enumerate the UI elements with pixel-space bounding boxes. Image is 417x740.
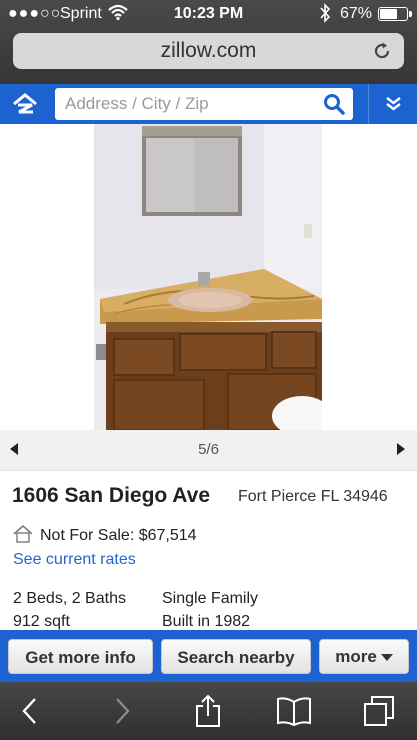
more-button[interactable]: more — [319, 639, 409, 674]
house-icon — [13, 525, 33, 543]
get-more-info-button[interactable]: Get more info — [8, 639, 153, 674]
sale-status: Not For Sale: $67,514 — [40, 527, 197, 544]
url-text: zillow.com — [160, 39, 257, 62]
current-rates-link[interactable]: See current rates — [13, 551, 136, 569]
back-icon[interactable] — [18, 694, 42, 728]
battery-percent: 67% — [340, 5, 373, 22]
square-footage: 912 sqft — [13, 613, 70, 630]
forward-icon[interactable] — [110, 694, 134, 728]
bookmarks-icon[interactable] — [276, 694, 312, 728]
url-bar[interactable]: zillow.com — [13, 33, 404, 69]
photo-carousel[interactable] — [0, 124, 417, 430]
status-bar: ●●●○○ Sprint 10:23 PM 67% — [0, 0, 417, 28]
battery-nub — [409, 11, 412, 17]
street-address: 1606 San Diego Ave — [12, 484, 211, 507]
listing-photo[interactable] — [94, 124, 322, 430]
search-input[interactable] — [55, 88, 330, 120]
chevron-down-icon[interactable] — [368, 84, 417, 124]
caret-down-icon — [380, 654, 393, 662]
beds-baths: 2 Beds, 2 Baths — [13, 590, 126, 607]
search-nearby-button[interactable]: Search nearby — [161, 639, 311, 674]
photo-counter: 5/6 — [198, 441, 219, 458]
site-header — [0, 84, 417, 124]
share-icon[interactable] — [195, 694, 221, 728]
reload-icon[interactable] — [372, 41, 392, 61]
city-state-zip: Fort Pierce FL 34946 — [238, 488, 388, 505]
year-built: Built in 1982 — [162, 613, 251, 630]
search-box — [55, 88, 353, 120]
home-type: Single Family — [162, 590, 259, 607]
zillow-logo-icon[interactable] — [10, 92, 40, 116]
search-icon[interactable] — [323, 93, 345, 115]
bluetooth-icon — [320, 3, 331, 23]
action-bar: Get more info Search nearby more — [0, 630, 417, 682]
battery-level — [380, 9, 397, 19]
more-label: more — [335, 647, 377, 666]
browser-toolbar — [0, 682, 417, 740]
photo-pager: 5/6 — [0, 430, 417, 471]
tabs-icon[interactable] — [362, 694, 396, 728]
battery-icon — [378, 7, 412, 21]
next-photo-icon[interactable] — [397, 443, 405, 455]
